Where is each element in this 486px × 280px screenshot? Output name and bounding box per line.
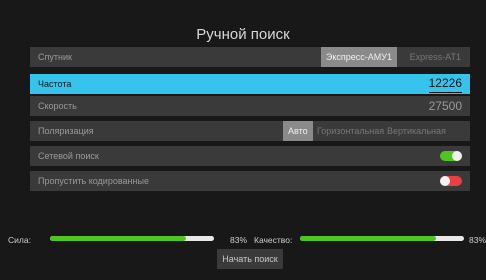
strength-value: 83% [230, 235, 248, 245]
row-symbol-rate[interactable]: Скорость 27500 [30, 96, 470, 116]
frequency-label: Частота [38, 79, 72, 89]
skip-encrypted-toggle[interactable] [440, 176, 462, 186]
toggle-knob [452, 151, 462, 161]
row-polarization[interactable]: Поляризация Авто Горизонтальная Вертикал… [30, 121, 470, 141]
quality-meter-fill [300, 236, 437, 241]
network-search-toggle[interactable] [440, 151, 462, 161]
row-network-search[interactable]: Сетевой поиск [30, 146, 470, 166]
row-satellite[interactable]: Спутник Экспресс-АМУ1 Express-AT1 [30, 47, 470, 67]
polarization-option-auto[interactable]: Авто [283, 121, 313, 141]
strength-meter [50, 236, 214, 241]
network-search-label: Сетевой поиск [38, 151, 99, 161]
polarization-option-horizontal[interactable]: Горизонтальная [312, 121, 389, 141]
strength-label: Сила: [8, 235, 31, 245]
satellite-option-express-at1[interactable]: Express-AT1 [405, 47, 466, 67]
quality-meter [300, 236, 464, 241]
quality-value: 83% [469, 235, 486, 245]
row-skip-encrypted[interactable]: Пропустить кодированные [30, 171, 470, 191]
symbol-rate-input[interactable]: 27500 [429, 96, 462, 116]
polarization-label: Поляризация [38, 126, 94, 136]
polarization-option-vertical[interactable]: Вертикальная [382, 121, 451, 141]
symbol-rate-label: Скорость [38, 101, 77, 111]
satellite-option-express-amu1[interactable]: Экспресс-АМУ1 [320, 47, 397, 67]
skip-encrypted-label: Пропустить кодированные [38, 176, 149, 186]
start-search-button[interactable]: Начать поиск [217, 249, 283, 269]
quality-label: Качество: [254, 235, 293, 245]
page-title: Ручной поиск [196, 26, 290, 43]
satellite-label: Спутник [38, 52, 72, 62]
frequency-input[interactable]: 12226 [428, 75, 462, 93]
strength-meter-fill [50, 236, 187, 241]
row-frequency[interactable]: Частота 12226 [30, 74, 470, 94]
toggle-knob [440, 176, 450, 186]
